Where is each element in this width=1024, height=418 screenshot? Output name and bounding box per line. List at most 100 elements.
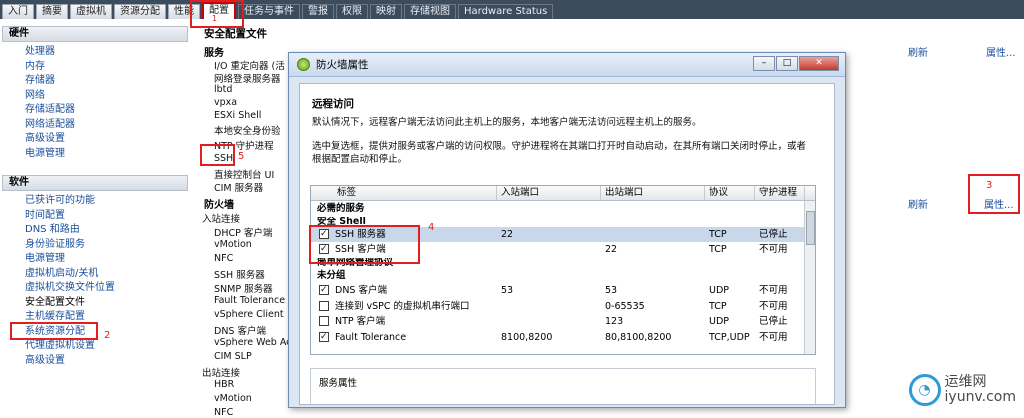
rule-inbound [497, 242, 601, 258]
sidebar-item-processors[interactable]: 处理器 [25, 45, 190, 60]
service-item: ESXi Shell [214, 110, 262, 121]
sidebar-item-storage[interactable]: 存储器 [25, 74, 190, 89]
sidebar-item-network-adapters[interactable]: 网络适配器 [25, 118, 190, 133]
rule-checkbox[interactable] [319, 316, 329, 326]
sidebar-item-time-configuration[interactable]: 时间配置 [25, 209, 190, 224]
rule-outbound [601, 227, 705, 243]
sidebar-item-authentication[interactable]: 身份验证服务 [25, 238, 190, 253]
col-inbound[interactable]: 入站端口 [497, 186, 601, 200]
rule-label: NTP 客户端 [335, 316, 386, 327]
tab-permissions[interactable]: 权限 [336, 4, 368, 19]
remote-access-desc2: 选中复选框，提供对服务或客户端的访问权限。守护进程将在其端口打开时自动启动，在其… [312, 141, 807, 165]
sidebar-item-vm-startup[interactable]: 虚拟机启动/关机 [25, 267, 190, 282]
watermark-url: iyunv.com [944, 389, 1016, 405]
software-list: 已获许可的功能 时间配置 DNS 和路由 身份验证服务 电源管理 虚拟机启动/关… [0, 191, 190, 368]
rule-protocol: TCP,UDP [709, 331, 750, 343]
firewall-refresh-link[interactable]: 刷新 [908, 196, 928, 211]
inbound-item: vMotion [214, 239, 252, 250]
sidebar-item-networking[interactable]: 网络 [25, 89, 190, 104]
sidebar-item-security-profile[interactable]: 安全配置文件 [25, 296, 190, 311]
rule-daemon: 已停止 [759, 316, 788, 327]
remote-access-desc1: 默认情况下，远程客户端无法访问此主机上的服务，本地客户端无法访问远程主机上的服务… [312, 117, 702, 128]
sidebar-item-memory[interactable]: 内存 [25, 60, 190, 75]
service-item: 网络登录服务器 [214, 74, 281, 85]
close-button[interactable]: ✕ [799, 56, 839, 71]
tab-resource-allocation[interactable]: 资源分配 [114, 4, 166, 19]
firewall-heading: 防火墙 [204, 200, 234, 211]
scrollbar-thumb[interactable] [806, 211, 815, 245]
sidebar-item-agent-vm[interactable]: 代理虚拟机设置 [25, 339, 190, 354]
hardware-list: 处理器 内存 存储器 网络 存储适配器 网络适配器 高级设置 电源管理 [0, 42, 190, 161]
rule-outbound: 80,8100,8200 [605, 331, 672, 343]
table-row[interactable]: 连接到 vSPC 的虚拟机串行端口 0-65535 TCP 不可用 [311, 299, 815, 315]
annotation-box-properties [968, 174, 1020, 214]
tab-summary[interactable]: 摘要 [36, 4, 68, 19]
maximize-button[interactable]: □ [776, 56, 798, 71]
hardware-section-title: 硬件 [2, 26, 188, 42]
sidebar-item-sw-power-management[interactable]: 电源管理 [25, 252, 190, 267]
vsphere-icon [297, 58, 310, 71]
rule-checkbox[interactable] [319, 300, 329, 311]
col-protocol[interactable]: 协议 [705, 186, 755, 200]
dialog-title: 防火墙属性 [316, 59, 369, 71]
services-heading: 服务 [204, 48, 224, 59]
watermark: ◔ 运维网 iyunv.com [908, 374, 1016, 406]
services-refresh-link[interactable]: 刷新 [908, 44, 928, 59]
annotation-number: 4 [428, 222, 435, 233]
inbound-item: CIM SLP [214, 351, 252, 362]
col-daemon[interactable]: 守护进程 [755, 186, 805, 200]
inbound-heading: 入站连接 [202, 214, 241, 225]
tab-hardware-status[interactable]: Hardware Status [458, 4, 554, 19]
sidebar-item-power-management[interactable]: 电源管理 [25, 147, 190, 162]
tab-getting-started[interactable]: 入门 [2, 4, 34, 19]
service-item: CIM 服务器 [214, 183, 264, 194]
inbound-item: vSphere Client [214, 309, 284, 320]
annotation-box-ssh-rules [309, 225, 420, 264]
service-item: vpxa [214, 97, 238, 108]
outbound-item: HBR [214, 379, 235, 390]
rule-checkbox[interactable] [319, 330, 329, 345]
tab-maps[interactable]: 映射 [370, 4, 402, 19]
group-required-services: 必需的服务 [317, 203, 365, 214]
rule-protocol: TCP [709, 228, 727, 240]
col-outbound[interactable]: 出站端口 [601, 186, 705, 200]
annotation-number: 2 [104, 330, 111, 341]
tab-bar: 入门 摘要 虚拟机 资源分配 性能 配置 任务与事件 警报 权限 映射 存储视图… [0, 0, 1024, 19]
sidebar-item-dns-routing[interactable]: DNS 和路由 [25, 223, 190, 238]
tab-alarms[interactable]: 警报 [302, 4, 334, 19]
inbound-item: SNMP 服务器 [214, 284, 273, 295]
minimize-button[interactable]: – [753, 56, 775, 71]
outbound-item: NFC [214, 407, 234, 418]
rule-outbound: 22 [605, 244, 618, 255]
table-scrollbar[interactable] [804, 201, 815, 354]
sidebar-item-licensed-features[interactable]: 已获许可的功能 [25, 194, 190, 209]
rule-daemon: 不可用 [759, 244, 788, 255]
config-sidebar: 硬件 处理器 内存 存储器 网络 存储适配器 网络适配器 高级设置 电源管理 软… [0, 22, 190, 408]
col-label[interactable]: 标签 [311, 186, 497, 200]
inbound-item: SSH 服务器 [214, 270, 265, 281]
rule-outbound: 53 [605, 285, 618, 296]
table-row[interactable]: NTP 客户端 123 UDP 已停止 [311, 314, 815, 330]
sidebar-item-sw-advanced[interactable]: 高级设置 [25, 354, 190, 369]
service-item: lbtd [214, 84, 233, 95]
page-title: 安全配置文件 [204, 28, 267, 40]
rule-checkbox[interactable] [319, 283, 329, 299]
inbound-item: NFC [214, 253, 234, 264]
service-item: 直接控制台 UI [214, 170, 275, 181]
window-controls: – □ ✕ [752, 56, 839, 71]
rule-protocol: UDP [709, 316, 729, 327]
annotation-number: 1 [212, 14, 218, 23]
annotation-box-security-profile [10, 322, 98, 340]
table-row[interactable]: Fault Tolerance 8100,8200 80,8100,8200 T… [311, 330, 815, 345]
rule-label: Fault Tolerance [335, 331, 407, 343]
services-properties-link[interactable]: 属性... [986, 44, 1016, 59]
sidebar-item-advanced-settings[interactable]: 高级设置 [25, 132, 190, 147]
tab-tasks-events[interactable]: 任务与事件 [238, 4, 300, 19]
rule-label: 连接到 vSPC 的虚拟机串行端口 [335, 300, 470, 312]
tab-storage-views[interactable]: 存储视图 [404, 4, 456, 19]
sidebar-item-swapfile[interactable]: 虚拟机交换文件位置 [25, 281, 190, 296]
sidebar-item-storage-adapters[interactable]: 存储适配器 [25, 103, 190, 118]
table-row[interactable]: DNS 客户端 53 53 UDP 不可用 [311, 283, 815, 299]
tab-virtual-machines[interactable]: 虚拟机 [70, 4, 112, 19]
rule-inbound: 22 [501, 228, 514, 240]
